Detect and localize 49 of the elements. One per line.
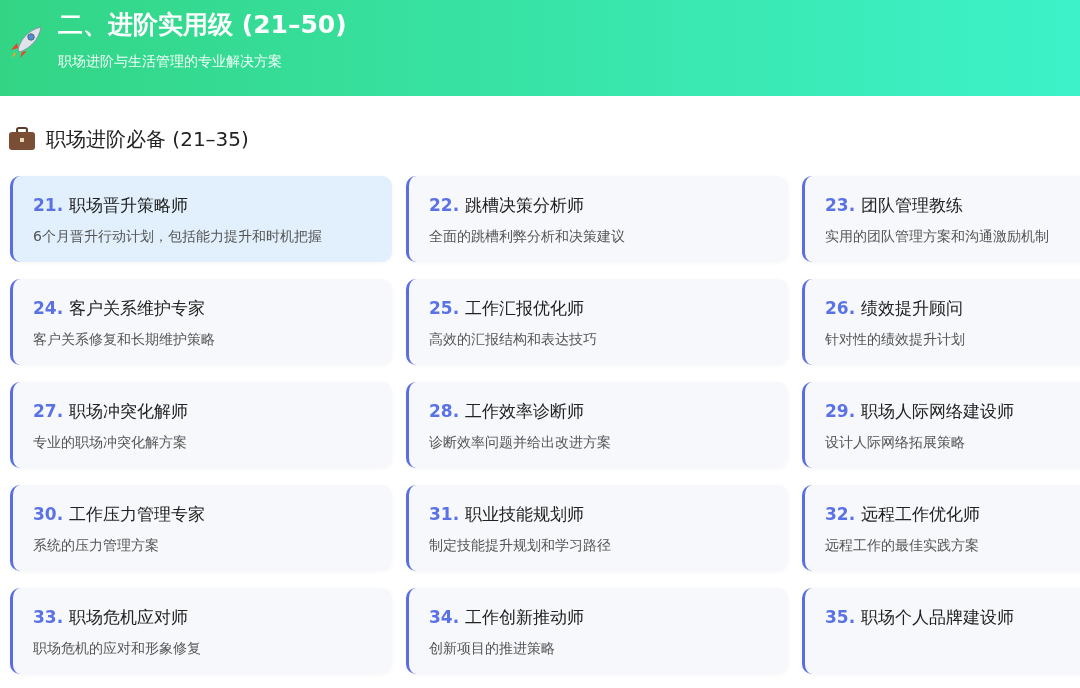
- section-title: 二、进阶实用级 (21–50): [58, 9, 347, 41]
- card-title: 28. 工作效率诊断师: [429, 400, 586, 423]
- prompt-card[interactable]: 26. 绩效提升顾问 针对性的绩效提升计划: [802, 279, 1080, 365]
- card-description: 职场危机的应对和形象修复: [33, 640, 202, 658]
- card-title: 30. 工作压力管理专家: [33, 503, 207, 526]
- card-description: 创新项目的推进策略: [429, 640, 556, 658]
- card-description: 针对性的绩效提升计划: [825, 331, 966, 349]
- prompt-card[interactable]: 33. 职场危机应对师 职场危机的应对和形象修复: [10, 588, 392, 674]
- prompt-card[interactable]: 29. 职场人际网络建设师 设计人际网络拓展策略: [802, 382, 1080, 468]
- card-description: 6个月晋升行动计划，包括能力提升和时机把握: [33, 228, 323, 246]
- card-description: 诊断效率问题并给出改进方案: [429, 434, 612, 452]
- card-title: 25. 工作汇报优化师: [429, 297, 586, 320]
- rocket-icon: [8, 24, 44, 60]
- prompt-card[interactable]: 31. 职业技能规划师 制定技能提升规划和学习路径: [406, 485, 788, 571]
- prompt-card[interactable]: 32. 远程工作优化师 远程工作的最佳实践方案: [802, 485, 1080, 571]
- prompt-card[interactable]: 21. 职场晋升策略师 6个月晋升行动计划，包括能力提升和时机把握: [10, 176, 392, 262]
- category-heading: 职场进阶必备 (21–35): [46, 125, 249, 153]
- prompt-card[interactable]: 35. 职场个人品牌建设师: [802, 588, 1080, 674]
- prompt-card[interactable]: 22. 跳槽决策分析师 全面的跳槽利弊分析和决策建议: [406, 176, 788, 262]
- card-title: 22. 跳槽决策分析师: [429, 194, 586, 217]
- card-description: 系统的压力管理方案: [33, 537, 160, 555]
- prompt-card[interactable]: 28. 工作效率诊断师 诊断效率问题并给出改进方案: [406, 382, 788, 468]
- card-title: 26. 绩效提升顾问: [825, 297, 965, 320]
- prompt-card[interactable]: 30. 工作压力管理专家 系统的压力管理方案: [10, 485, 392, 571]
- card-title: 21. 职场晋升策略师: [33, 194, 190, 217]
- prompt-card[interactable]: 24. 客户关系维护专家 客户关系修复和长期维护策略: [10, 279, 392, 365]
- card-title: 23. 团队管理教练: [825, 194, 965, 217]
- card-title: 32. 远程工作优化师: [825, 503, 982, 526]
- card-description: 制定技能提升规划和学习路径: [429, 537, 612, 555]
- card-title: 34. 工作创新推动师: [429, 606, 586, 629]
- card-description: 专业的职场冲突化解方案: [33, 434, 188, 452]
- prompt-card[interactable]: 25. 工作汇报优化师 高效的汇报结构和表达技巧: [406, 279, 788, 365]
- prompt-card[interactable]: 34. 工作创新推动师 创新项目的推进策略: [406, 588, 788, 674]
- prompt-card[interactable]: 27. 职场冲突化解师 专业的职场冲突化解方案: [10, 382, 392, 468]
- card-title: 33. 职场危机应对师: [33, 606, 190, 629]
- card-description: 全面的跳槽利弊分析和决策建议: [429, 228, 626, 246]
- card-description: 客户关系修复和长期维护策略: [33, 331, 216, 349]
- card-description: 实用的团队管理方案和沟通激励机制: [825, 228, 1050, 246]
- card-description: 设计人际网络拓展策略: [825, 434, 966, 452]
- card-title: 24. 客户关系维护专家: [33, 297, 207, 320]
- briefcase-icon: [8, 127, 36, 151]
- card-title: 29. 职场人际网络建设师: [825, 400, 1016, 423]
- card-title: 35. 职场个人品牌建设师: [825, 606, 1016, 629]
- section-subtitle: 职场进阶与生活管理的专业解决方案: [58, 53, 283, 71]
- card-description: 高效的汇报结构和表达技巧: [429, 331, 598, 349]
- card-description: 远程工作的最佳实践方案: [825, 537, 980, 555]
- card-title: 27. 职场冲突化解师: [33, 400, 190, 423]
- card-title: 31. 职业技能规划师: [429, 503, 586, 526]
- prompt-card[interactable]: 23. 团队管理教练 实用的团队管理方案和沟通激励机制: [802, 176, 1080, 262]
